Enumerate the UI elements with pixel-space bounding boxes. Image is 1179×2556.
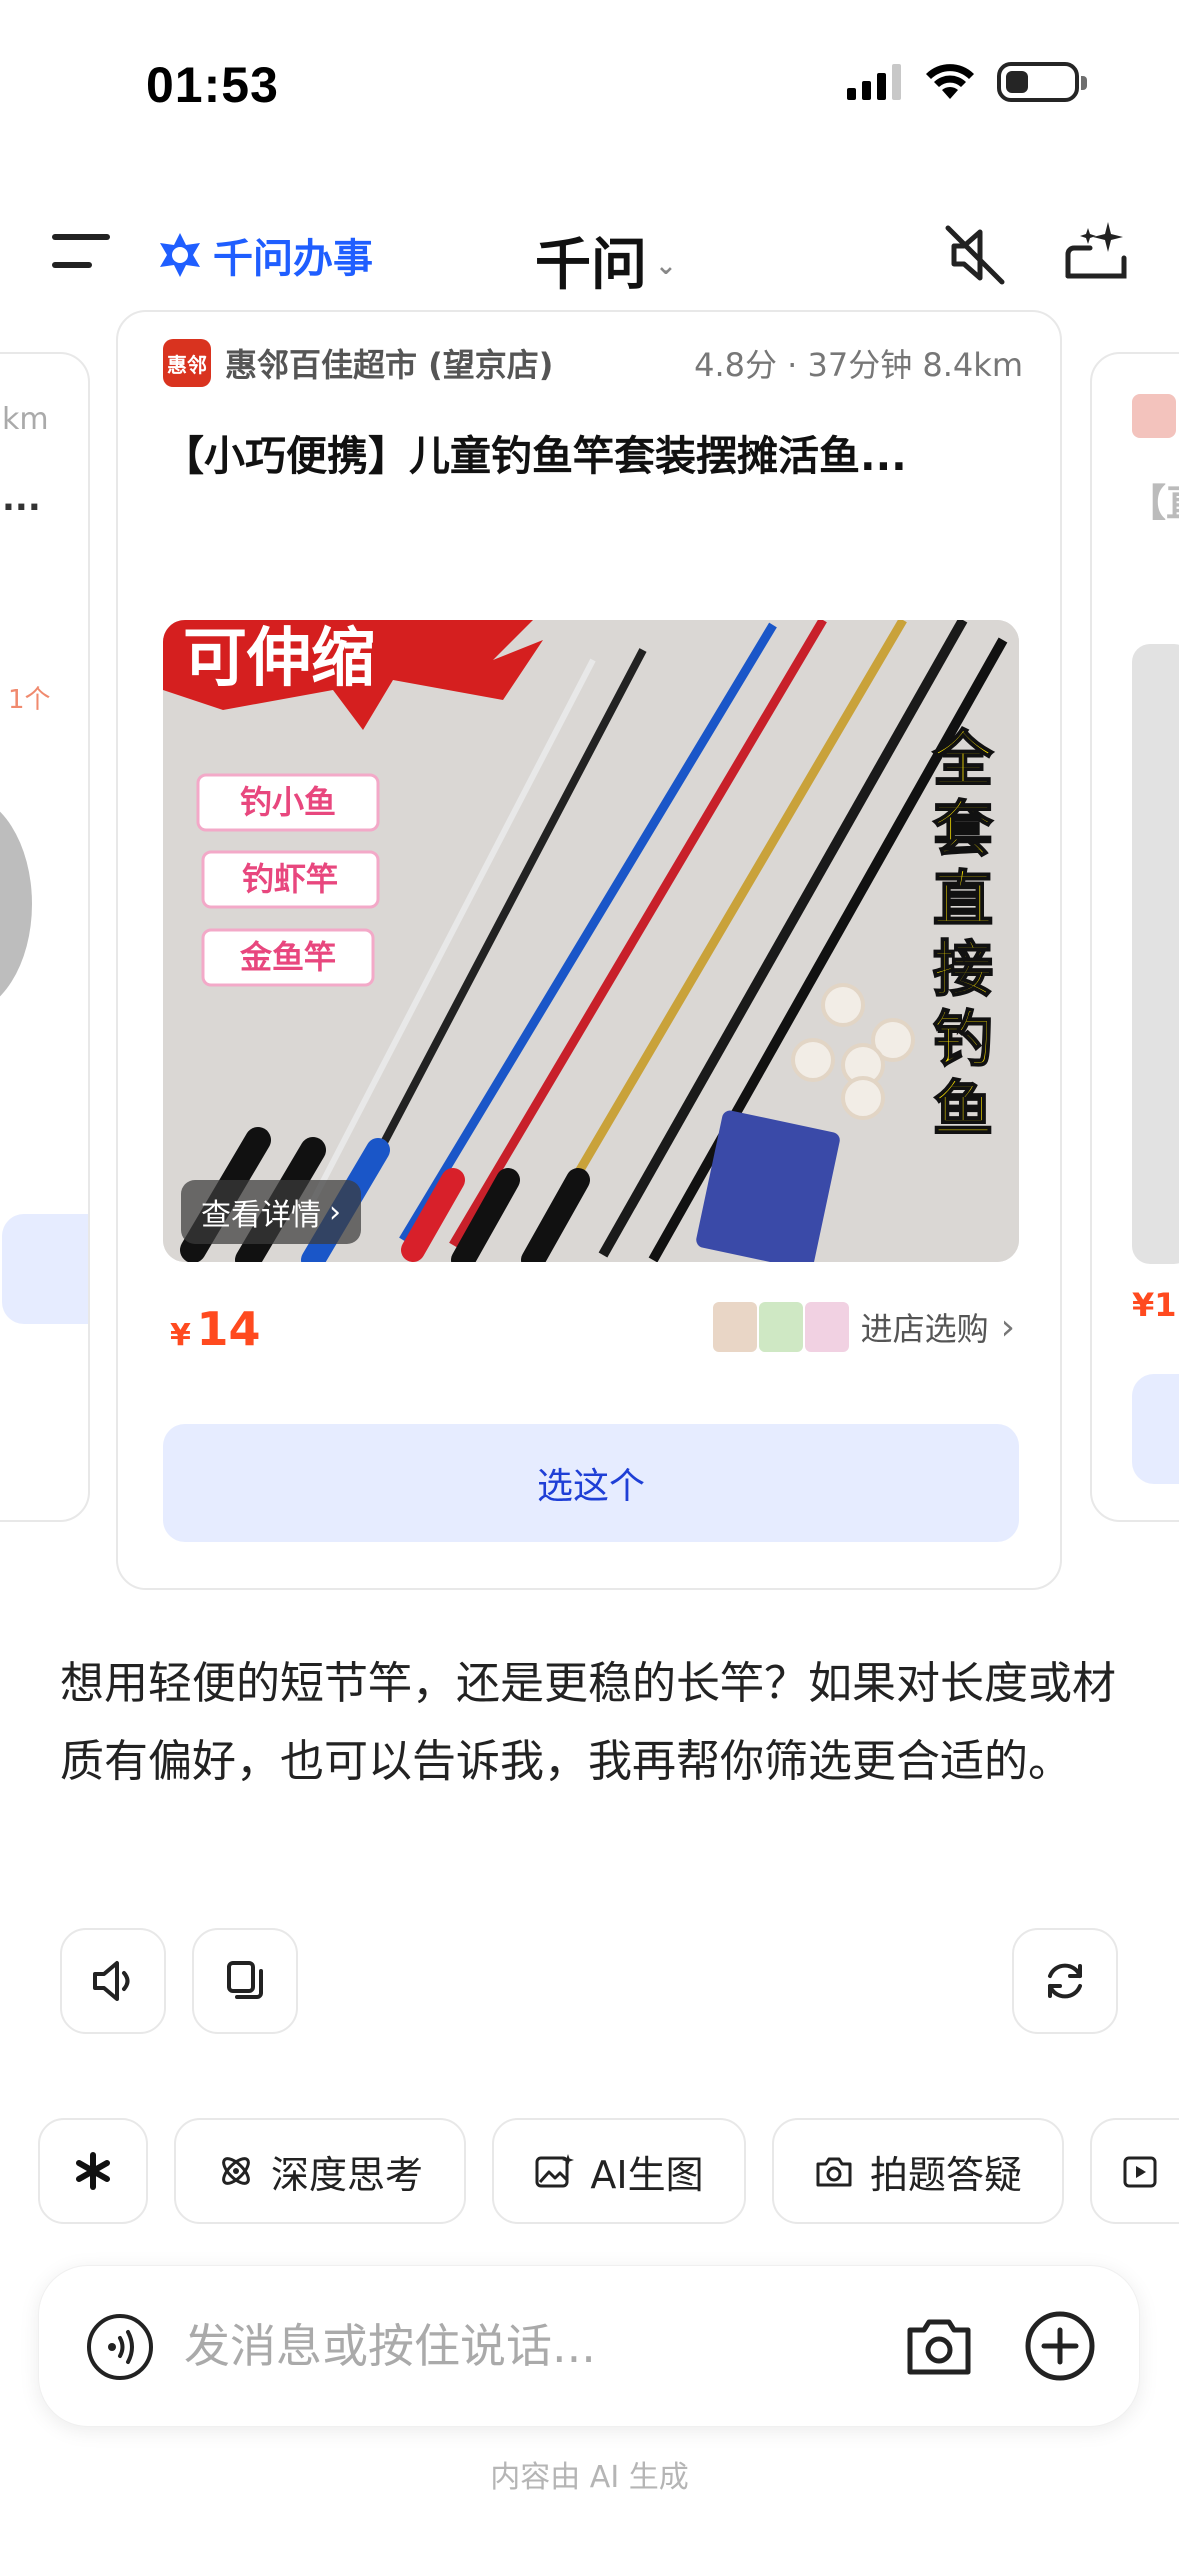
card-badge: 1个 (8, 685, 51, 715)
copy-button[interactable] (192, 1928, 298, 2034)
deep-think-icon (222, 2157, 250, 2185)
brand-name: 千问办事 (213, 236, 373, 282)
product-title[interactable]: 【小巧便携】儿童钓鱼竿套装摆摊活鱼... (163, 422, 1023, 482)
fishing-rods-illustration: 可伸缩 钓小鱼 钓虾竿 金鱼竿 全 套 直 接 钓 鱼 (163, 620, 1019, 1262)
image-vchar-5: 钓 (933, 1005, 993, 1075)
product-image-partial (0, 794, 32, 1014)
image-vertical-text: 全 套 直 接 钓 鱼 (931, 724, 995, 1146)
signal-icon (847, 64, 901, 100)
image-banner-text: 可伸缩 (183, 622, 375, 696)
store-thumbnails (712, 1302, 849, 1352)
image-tag-2: 钓虾竿 (242, 860, 338, 898)
store-thumb (758, 1302, 803, 1352)
image-vchar-3: 直 (933, 865, 993, 935)
wifi-icon (926, 64, 974, 99)
chevron-right-icon: › (329, 1194, 341, 1230)
image-vchar-4: 接 (933, 935, 993, 1005)
message-input[interactable] (184, 2306, 884, 2386)
refresh-icon (1048, 1963, 1082, 1999)
photo-question-icon (816, 2157, 852, 2187)
select-button-partial[interactable] (2, 1214, 88, 1324)
chip-more[interactable] (1090, 2118, 1179, 2224)
message-input-bar (38, 2265, 1140, 2427)
image-tags: 钓小鱼 钓虾竿 金鱼竿 (196, 773, 380, 987)
regenerate-button[interactable] (1012, 1928, 1118, 2034)
image-vchar-1: 全 (932, 725, 994, 795)
chip-label: 深度思考 (270, 2152, 423, 2197)
brand-logo-icon (160, 233, 200, 277)
ai-generated-note: 内容由 AI 生成 (490, 2460, 689, 2495)
price-currency: ¥ (170, 1318, 191, 1353)
chip-ai-image[interactable]: AI生图 (492, 2118, 746, 2224)
shop-name: 惠邻百佳超市 (望京店) (225, 346, 554, 384)
chip-deep-think[interactable]: 深度思考 (174, 2118, 466, 2224)
select-button[interactable]: 选这个 (163, 1424, 1019, 1542)
visit-store-label: 进店选购 (860, 1310, 989, 1348)
chip-photo-question[interactable]: 拍题答疑 (772, 2118, 1064, 2224)
new-chat-icon[interactable] (1058, 214, 1134, 290)
image-tag-3: 金鱼竿 (239, 938, 336, 976)
select-button-partial[interactable] (1132, 1374, 1179, 1484)
shop-meta: 4.8分 · 37分钟 8.4km (694, 346, 1023, 384)
header: 千问办事 千问 ⌄ (0, 200, 1179, 310)
menu-icon[interactable] (52, 230, 114, 272)
card-price: ¥1 (1132, 1286, 1177, 1324)
view-details-button[interactable]: 查看详情 › (181, 1180, 361, 1244)
mute-icon[interactable] (940, 220, 1010, 290)
page-title: 千问 (535, 233, 647, 298)
battery-icon (997, 62, 1087, 102)
status-bar: 01:53 (0, 0, 1179, 150)
status-icons (847, 62, 1087, 102)
product-card-next[interactable]: 【直 ¥1 (1090, 352, 1179, 1522)
shop-logo-partial (1132, 394, 1176, 438)
chevron-down-icon: ⌄ (655, 250, 677, 281)
camera-icon[interactable] (904, 2314, 974, 2380)
shop-row[interactable]: 惠邻 惠邻百佳超市 (望京店) 4.8分 · 37分钟 8.4km (163, 337, 1023, 389)
store-thumb (804, 1302, 849, 1352)
more-tool-icon (1123, 2156, 1157, 2188)
voice-input-icon[interactable] (85, 2312, 155, 2382)
image-tag-1: 钓小鱼 (240, 783, 336, 821)
card-title: 【直 (1128, 481, 1179, 525)
brand[interactable]: 千问办事 (155, 226, 373, 284)
product-image-partial (1132, 644, 1179, 1264)
image-gen-icon (535, 2154, 575, 2188)
read-aloud-button[interactable] (60, 1928, 166, 2034)
speaker-icon (93, 1961, 130, 2001)
store-thumb (712, 1302, 757, 1352)
copy-icon (227, 1961, 263, 1999)
chevron-right-icon: › (1000, 1306, 1015, 1348)
card-title: ... (2, 479, 41, 519)
product-price: ¥ 14 (170, 1302, 260, 1356)
product-card-previous[interactable]: km ... 1个 (0, 352, 90, 1522)
shop-logo: 惠邻 (163, 339, 211, 387)
model-selector[interactable]: 千问 ⌄ (535, 220, 677, 301)
view-details-label: 查看详情 (201, 1198, 321, 1233)
product-image[interactable]: 可伸缩 钓小鱼 钓虾竿 金鱼竿 全 套 直 接 钓 鱼 查看详情 › (163, 620, 1019, 1262)
product-card: 惠邻 惠邻百佳超市 (望京店) 4.8分 · 37分钟 8.4km 【小巧便携】… (116, 310, 1062, 1590)
sparkle-icon (76, 2152, 110, 2190)
add-icon[interactable] (1024, 2310, 1096, 2382)
visit-store-link[interactable]: 进店选购 › (712, 1302, 1015, 1352)
chip-label: 拍题答疑 (869, 2152, 1022, 2197)
image-vchar-2: 套 (933, 795, 993, 865)
card-meta: km (2, 402, 49, 437)
chip-label: AI生图 (590, 2152, 704, 2197)
image-vchar-6: 鱼 (933, 1075, 993, 1145)
chip-sparkle[interactable] (38, 2118, 148, 2224)
status-time: 01:53 (146, 57, 279, 113)
assistant-message: 想用轻便的短节竿，还是更稳的长竿？如果对长度或材质有偏好，也可以告诉我，我再帮你… (60, 1658, 1116, 1787)
price-value: 14 (196, 1302, 261, 1356)
